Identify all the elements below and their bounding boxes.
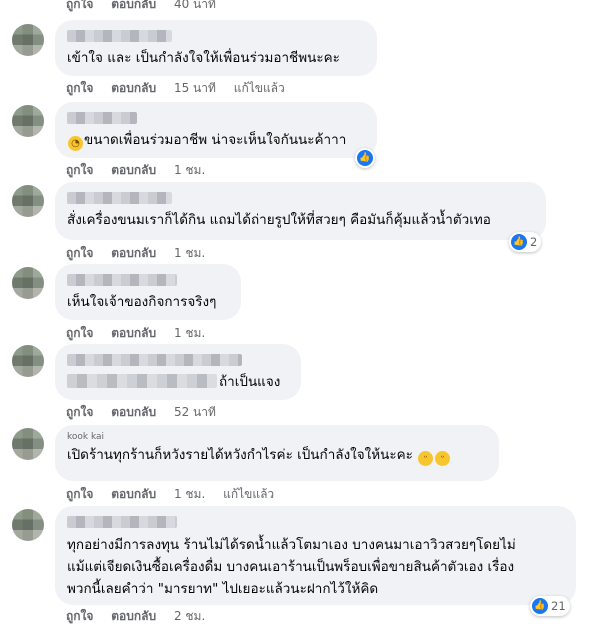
sweat-smile-emoji: ◔ — [68, 136, 83, 151]
avatar[interactable] — [12, 509, 44, 541]
reply-link[interactable]: ตอบกลับ — [111, 81, 156, 95]
comment-actions: ถูกใจ ตอบกลับ 1 ชม. แก้ไขแล้ว — [66, 485, 288, 504]
like-link[interactable]: ถูกใจ — [66, 81, 93, 95]
comment-text: ◔ ขนาดเพื่อนร่วมอาชีพ น่าจะเห็นใจกันนะค้า… — [67, 130, 365, 151]
reply-link[interactable]: ตอบกลับ — [111, 609, 156, 623]
comment-line: พวกนี้เลยคำว่า "มารยาท" ไปเยอะแล้วนะฝากไ… — [67, 581, 379, 597]
comment-bubble: kook kai เปิดร้านทุกร้านก็หวังรายได้หวัง… — [55, 425, 499, 481]
comment-time[interactable]: 1 ชม. — [174, 246, 205, 260]
commenter-name-blurred[interactable] — [67, 516, 177, 528]
comment-time[interactable]: 1 ชม. — [174, 487, 205, 501]
avatar[interactable] — [12, 267, 44, 299]
reply-link[interactable]: ตอบกลับ — [111, 487, 156, 501]
comment-actions: ถูกใจ ตอบกลับ 52 นาที — [66, 403, 230, 422]
comment-actions: ถูกใจ ตอบกลับ 1 ชม. — [66, 161, 219, 180]
reaction-badge[interactable]: 👍 — [355, 148, 375, 168]
comment-text: เข้าใจ และ เป็นกำลังใจให้เพื่อนร่วมอาชีพ… — [67, 50, 340, 66]
reaction-badge[interactable]: 👍 2 — [509, 232, 542, 252]
like-icon: 👍 — [532, 598, 548, 614]
commenter-name-blurred[interactable] — [67, 274, 177, 286]
comment-bubble: ถ้าเป็นแจง — [55, 344, 301, 400]
comment-text-body: เปิดร้านทุกร้านก็หวังรายได้หวังกำไรค่ะ เ… — [67, 447, 413, 463]
comment-text: เห็นใจเจ้าของกิจการจริงๆ — [67, 294, 217, 310]
edited-label[interactable]: แก้ไขแล้ว — [234, 81, 285, 95]
commenter-name-blurred[interactable] — [67, 30, 172, 42]
comment-line: แม้แต่เจียดเงินซื้อเครื่องดื่ม บางคนเอาร… — [67, 559, 515, 575]
like-link[interactable]: ถูกใจ — [66, 163, 93, 177]
reply-link[interactable]: ตอบกลับ — [111, 326, 156, 340]
comment-actions: ถูกใจ ตอบกลับ 40 นาที — [66, 0, 230, 14]
like-icon: 👍 — [357, 150, 373, 166]
avatar[interactable] — [12, 428, 44, 460]
grin-emoji: ᵕ — [435, 451, 451, 466]
commenter-name-blurred[interactable] — [67, 354, 242, 366]
reply-link[interactable]: ตอบกลับ — [111, 163, 156, 177]
comment-time[interactable]: 40 นาที — [174, 0, 216, 11]
edited-label[interactable]: แก้ไขแล้ว — [223, 487, 274, 501]
comment-time[interactable]: 1 ชม. — [174, 163, 205, 177]
comment-bubble: สั่งเครื่องขนมเราก็ได้กิน แถมได้ถ่ายรูปใ… — [55, 182, 546, 240]
like-link[interactable]: ถูกใจ — [66, 246, 93, 260]
comment-text: เปิดร้านทุกร้านก็หวังรายได้หวังกำไรค่ะ เ… — [67, 445, 487, 466]
comment-text: ทุกอย่างมีการลงทุน ร้านไม่ได้รดน้ำแล้วโต… — [67, 534, 564, 600]
like-link[interactable]: ถูกใจ — [66, 326, 93, 340]
like-link[interactable]: ถูกใจ — [66, 405, 93, 419]
like-link[interactable]: ถูกใจ — [66, 0, 93, 11]
reaction-count: 21 — [551, 599, 566, 613]
comment-actions: ถูกใจ ตอบกลับ 1 ชม. — [66, 324, 219, 343]
comment-bubble: ทุกอย่างมีการลงทุน ร้านไม่ได้รดน้ำแล้วโต… — [55, 506, 576, 605]
comment-line: ทุกอย่างมีการลงทุน ร้านไม่ได้รดน้ำแล้วโต… — [67, 537, 516, 553]
comment-time[interactable]: 15 นาที — [174, 81, 216, 95]
reaction-count: 2 — [530, 235, 538, 249]
avatar[interactable] — [12, 345, 44, 377]
comment-text-body: ขนาดเพื่อนร่วมอาชีพ น่าจะเห็นใจกันนะค้าา… — [84, 132, 347, 148]
comment-time[interactable]: 2 ชม. — [174, 609, 205, 623]
comment-time[interactable]: 1 ชม. — [174, 326, 205, 340]
comment-actions: ถูกใจ ตอบกลับ 15 นาที แก้ไขแล้ว — [66, 79, 299, 98]
like-link[interactable]: ถูกใจ — [66, 487, 93, 501]
grin-emoji: ᵕ — [418, 451, 434, 466]
comment-bubble: ◔ ขนาดเพื่อนร่วมอาชีพ น่าจะเห็นใจกันนะค้า… — [55, 102, 377, 158]
commenter-name-blurred[interactable] — [67, 192, 172, 204]
avatar[interactable] — [12, 105, 44, 137]
comment-text-body: ถ้าเป็นแจง — [219, 374, 281, 390]
avatar[interactable] — [12, 185, 44, 217]
reply-link[interactable]: ตอบกลับ — [111, 405, 156, 419]
like-icon: 👍 — [511, 234, 527, 250]
reply-link[interactable]: ตอบกลับ — [111, 246, 156, 260]
comment-actions: ถูกใจ ตอบกลับ 1 ชม. — [66, 244, 219, 263]
blurred-text — [67, 374, 217, 388]
commenter-name[interactable]: kook kai — [67, 432, 487, 442]
commenter-name-blurred[interactable] — [67, 112, 137, 124]
avatar[interactable] — [12, 24, 44, 56]
comment-actions: ถูกใจ ตอบกลับ 2 ชม. — [66, 607, 219, 626]
like-link[interactable]: ถูกใจ — [66, 609, 93, 623]
comment-bubble: เห็นใจเจ้าของกิจการจริงๆ — [55, 264, 241, 320]
reaction-badge[interactable]: 👍 21 — [530, 596, 570, 616]
comment-text: สั่งเครื่องขนมเราก็ได้กิน แถมได้ถ่ายรูปใ… — [67, 212, 491, 228]
comment-time[interactable]: 52 นาที — [174, 405, 216, 419]
reply-link[interactable]: ตอบกลับ — [111, 0, 156, 11]
comment-bubble: เข้าใจ และ เป็นกำลังใจให้เพื่อนร่วมอาชีพ… — [55, 20, 377, 76]
comment-text: ถ้าเป็นแจง — [67, 372, 289, 393]
